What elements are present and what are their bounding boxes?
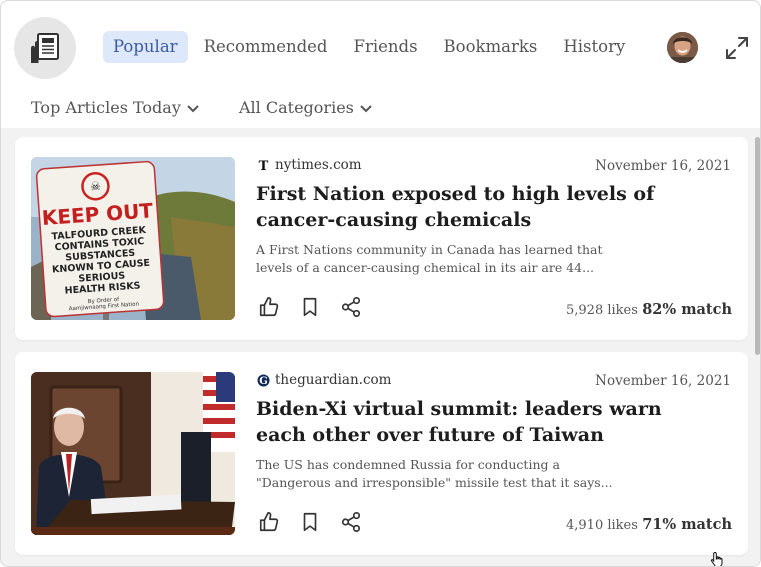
svg-text:☠: ☠ (90, 179, 102, 194)
app-window: Popular Recommended Friends Bookmarks Hi… (0, 0, 761, 567)
article-headline[interactable]: First Nation exposed to high levels of c… (256, 181, 676, 233)
article-source[interactable]: G theguardian.com (257, 372, 391, 388)
tab-popular[interactable]: Popular (103, 31, 188, 63)
article-summary: The US has condemned Russia for conducti… (256, 457, 613, 490)
article-card[interactable]: ☠ KEEP OUT TALFOURD CREEK CONTAINS TOXIC… (15, 137, 748, 340)
article-actions (258, 511, 364, 535)
article-card[interactable]: G theguardian.com November 16, 2021 Bide… (15, 352, 748, 555)
expand-icon[interactable] (725, 36, 749, 60)
article-date: November 16, 2021 (595, 373, 731, 389)
chevron-down-icon (360, 104, 372, 112)
article-actions (258, 296, 364, 320)
article-source[interactable]: T nytimes.com (257, 157, 362, 173)
tab-bookmarks[interactable]: Bookmarks (434, 31, 548, 63)
thumbs-up-icon[interactable] (258, 511, 282, 535)
hand-cursor-icon (710, 551, 726, 566)
share-icon[interactable] (340, 296, 364, 320)
share-icon[interactable] (340, 511, 364, 535)
category-filter-label: All Categories (239, 98, 354, 117)
article-image (31, 372, 235, 535)
bookmark-icon[interactable] (299, 296, 323, 320)
article-summary: A First Nations community in Canada has … (256, 242, 603, 275)
period-filter-label: Top Articles Today (31, 98, 181, 117)
source-name: nytimes.com (275, 157, 362, 173)
tab-recommended[interactable]: Recommended (194, 31, 338, 63)
source-name: theguardian.com (275, 372, 392, 388)
match-score: 82% match (642, 301, 732, 318)
tab-history[interactable]: History (553, 31, 635, 63)
thumbs-up-icon[interactable] (258, 296, 282, 320)
article-date: November 16, 2021 (595, 158, 731, 174)
nytimes-logo-icon: T (259, 159, 269, 172)
likes-count: 4,910 likes (566, 518, 638, 533)
article-image: ☠ KEEP OUT TALFOURD CREEK CONTAINS TOXIC… (31, 157, 235, 320)
main-nav: Popular Recommended Friends Bookmarks Hi… (103, 31, 641, 63)
guardian-logo-icon: G (257, 374, 270, 387)
chevron-down-icon (187, 104, 199, 112)
svg-text:T: T (259, 159, 269, 172)
likes-count: 5,928 likes (566, 303, 638, 318)
user-avatar[interactable] (667, 32, 698, 63)
article-headline[interactable]: Biden-Xi virtual summit: leaders warn ea… (256, 396, 676, 448)
scrollbar[interactable] (755, 137, 760, 355)
period-filter[interactable]: Top Articles Today (31, 98, 199, 117)
bookmark-icon[interactable] (299, 511, 323, 535)
category-filter[interactable]: All Categories (239, 98, 372, 117)
match-score: 71% match (642, 516, 732, 533)
newspaper-hand-icon[interactable] (14, 17, 76, 79)
tab-friends[interactable]: Friends (344, 31, 428, 63)
svg-text:G: G (259, 376, 268, 387)
